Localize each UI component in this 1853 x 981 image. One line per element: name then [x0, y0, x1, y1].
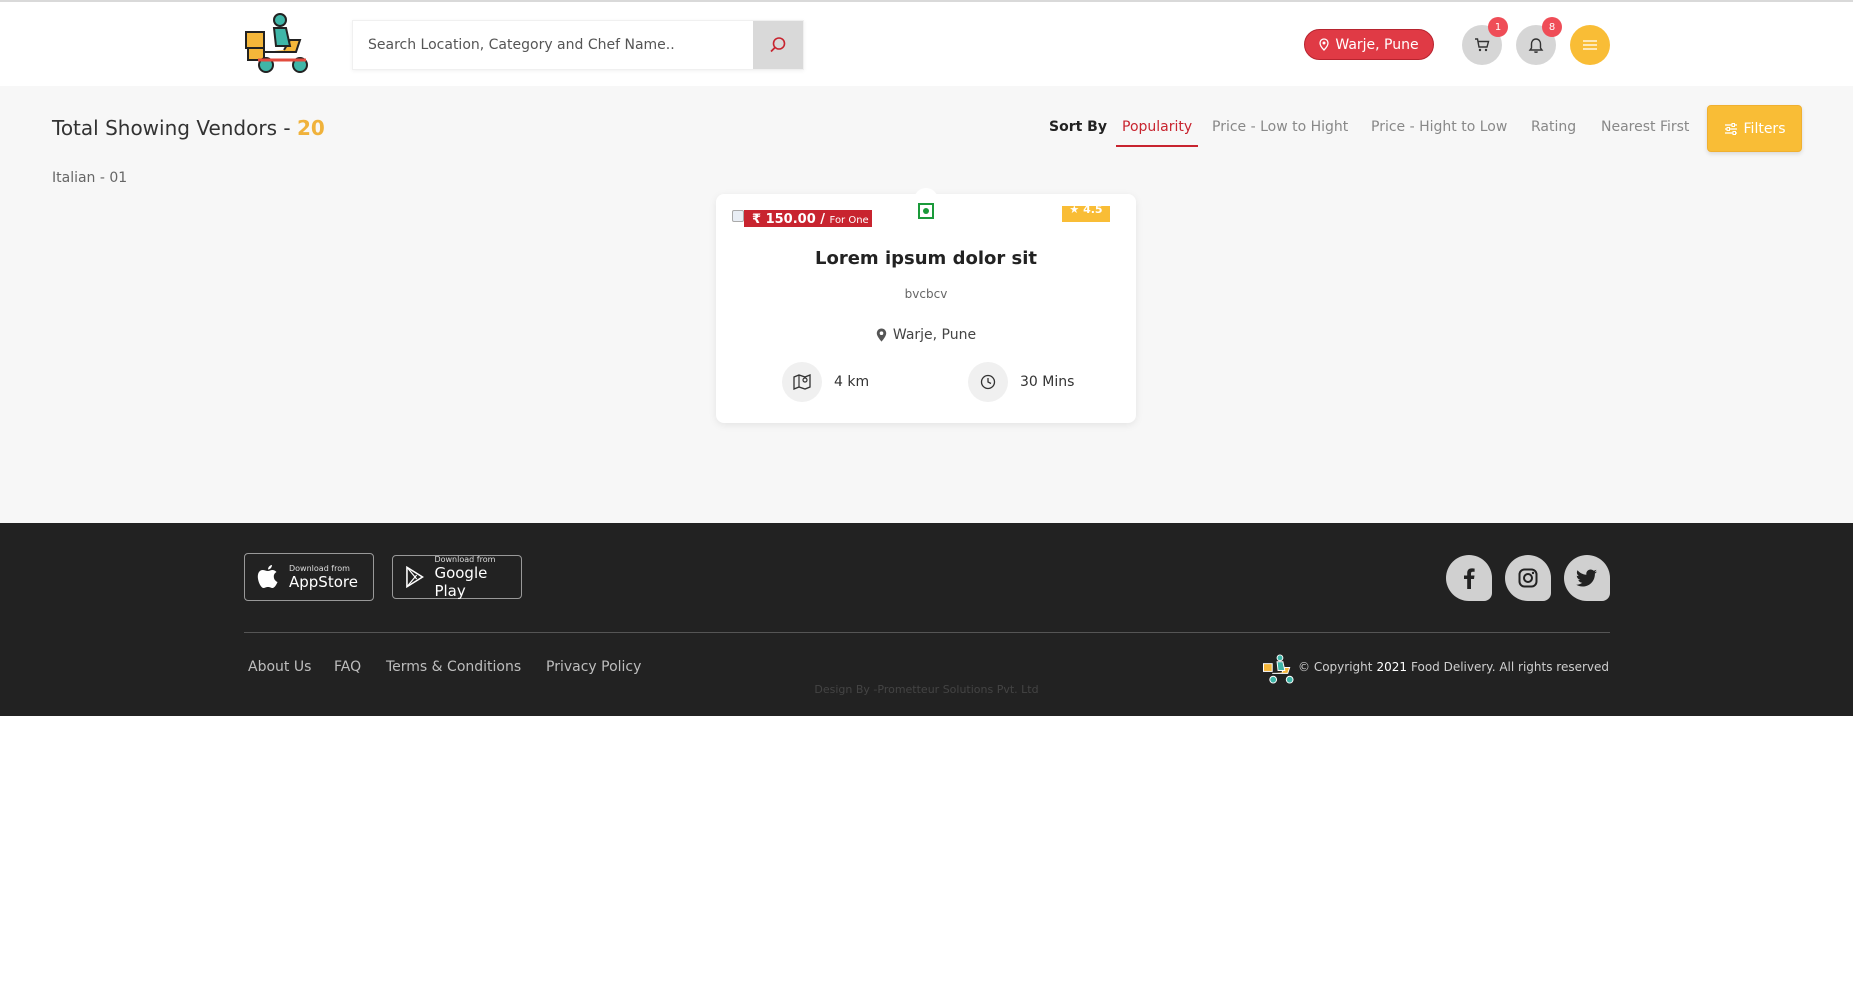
appstore-label: AppStore: [289, 572, 358, 591]
price-tag: ₹ 150.00 / For One: [744, 210, 872, 227]
sort-tab-popularity[interactable]: Popularity: [1116, 119, 1199, 147]
map-icon: [793, 374, 811, 390]
cart-button[interactable]: 1: [1462, 17, 1508, 65]
hamburger-menu-icon: [1583, 40, 1597, 50]
twitter-button[interactable]: [1564, 555, 1610, 601]
filters-label: Filters: [1743, 120, 1786, 137]
copyright-text: © Copyright 2021 Food Delivery. All righ…: [1298, 660, 1609, 674]
copyright-year: 2021: [1376, 660, 1407, 674]
main-content: Total Showing Vendors - 20 Italian - 01 …: [0, 86, 1853, 523]
sort-tab-price-high-low[interactable]: Price - Hight to Low: [1371, 119, 1507, 147]
cart-icon: [1475, 38, 1490, 52]
card-notch: [914, 188, 938, 200]
footer-divider: [244, 632, 1610, 633]
sort-tab-nearest-first[interactable]: Nearest First: [1601, 119, 1689, 147]
vendor-location-text: Warje, Pune: [892, 327, 977, 343]
location-label: Warje, Pune: [1335, 36, 1419, 53]
veg-indicator-icon: [918, 203, 934, 219]
playstore-small-label: Download from: [434, 554, 496, 564]
sort-tab-price-low-high[interactable]: Price - Low to Hight: [1212, 119, 1348, 147]
search-bar: [352, 20, 804, 70]
time-value: 30 Mins: [1020, 374, 1075, 390]
apple-icon: [257, 565, 278, 588]
sort-tab-rating[interactable]: Rating: [1531, 119, 1576, 147]
instagram-icon: [1518, 568, 1538, 588]
time-stat: 30 Mins: [968, 362, 1074, 402]
footer: Download from AppStore Download from Goo…: [0, 523, 1853, 716]
vendor-name[interactable]: Lorem ipsum dolor sit: [716, 248, 1136, 269]
facebook-icon: [1464, 568, 1475, 589]
sliders-icon: [1724, 122, 1737, 135]
subcategory-label: Italian - 01: [52, 170, 128, 186]
price-value: ₹ 150.00 /: [752, 212, 830, 227]
footer-link-faq[interactable]: FAQ: [334, 659, 361, 675]
distance-stat: 4 km: [782, 362, 869, 402]
instagram-button[interactable]: [1505, 555, 1551, 601]
delivery-scooter-logo[interactable]: [244, 10, 312, 76]
facebook-button[interactable]: [1446, 555, 1492, 601]
footer-link-about-us[interactable]: About Us: [248, 659, 311, 675]
footer-logo: [1262, 653, 1296, 685]
map-pin-icon: [1319, 38, 1330, 51]
header: Warje, Pune 1 8: [0, 2, 1853, 86]
copyright-prefix: © Copyright: [1298, 660, 1373, 674]
appstore-small-label: Download from: [289, 563, 350, 573]
vendor-card[interactable]: ₹ 150.00 / For One ★ 4.5 Lorem ipsum dol…: [716, 188, 1136, 423]
distance-icon-wrap: [782, 362, 822, 402]
page-title: Total Showing Vendors - 20: [52, 116, 325, 140]
cart-count-badge: 1: [1488, 17, 1508, 37]
vendor-count: 20: [296, 116, 325, 140]
map-pin-icon: [876, 328, 887, 342]
filters-button[interactable]: Filters: [1707, 105, 1802, 152]
copyright-suffix: Food Delivery. All rights reserved: [1411, 660, 1609, 674]
vendor-subtitle: bvcbcv: [904, 287, 948, 301]
price-unit: For One: [829, 215, 869, 226]
footer-link-terms[interactable]: Terms & Conditions: [386, 659, 521, 675]
twitter-icon: [1576, 569, 1597, 587]
title-prefix: Total Showing Vendors -: [52, 116, 297, 140]
google-play-button[interactable]: Download from Google Play: [392, 554, 522, 600]
footer-link-privacy[interactable]: Privacy Policy: [546, 659, 641, 675]
notification-count-badge: 8: [1542, 17, 1562, 37]
bell-icon: [1528, 37, 1544, 53]
location-button[interactable]: Warje, Pune: [1304, 29, 1434, 60]
time-icon-wrap: [968, 362, 1008, 402]
distance-value: 4 km: [834, 374, 870, 390]
vendor-location: Warje, Pune: [716, 327, 1136, 343]
clock-icon: [980, 374, 996, 390]
search-icon: [770, 37, 786, 53]
vendor-image: [732, 210, 744, 222]
search-input[interactable]: [353, 21, 753, 69]
notifications-button[interactable]: 8: [1516, 17, 1562, 65]
rating-badge: ★ 4.5: [1062, 206, 1110, 222]
design-credit: Design By -Prometteur Solutions Pvt. Ltd: [814, 683, 1039, 696]
sort-by-label: Sort By: [1049, 119, 1107, 135]
appstore-button[interactable]: Download from AppStore: [244, 553, 374, 601]
search-button[interactable]: [753, 21, 803, 69]
menu-button[interactable]: [1570, 25, 1610, 65]
google-play-icon: [406, 566, 424, 588]
playstore-label: Google Play: [434, 563, 488, 600]
